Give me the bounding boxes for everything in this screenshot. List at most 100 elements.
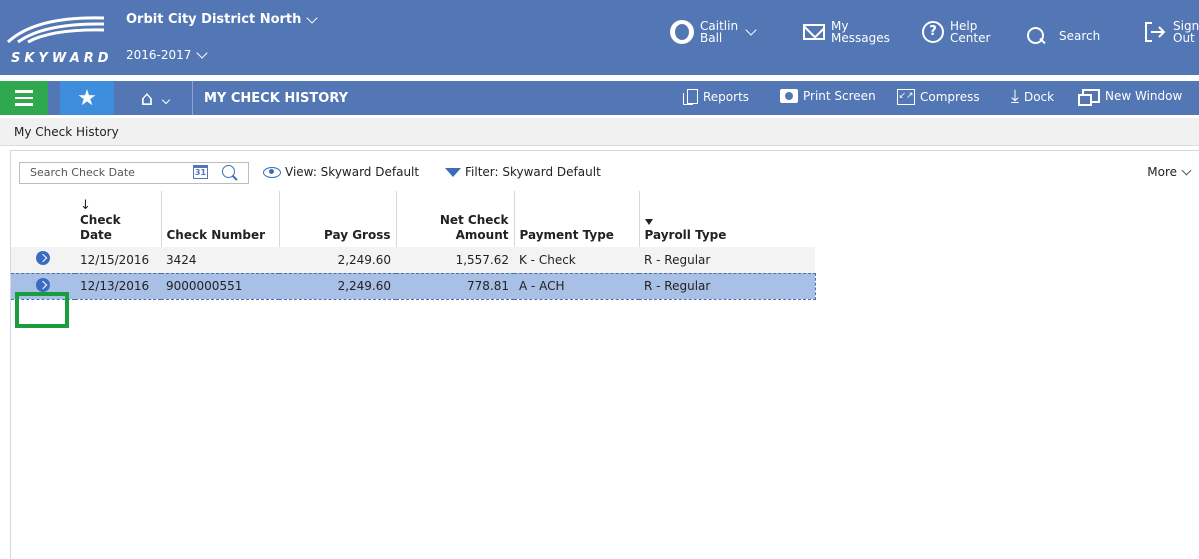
- highlight-annotation: [15, 292, 69, 328]
- print-screen-label: Print Screen: [803, 89, 876, 103]
- home-button[interactable]: ⌂: [118, 81, 192, 115]
- check-history-table: ↓ Check Date Check Number Pay Gross Net …: [11, 191, 816, 300]
- dock-icon: ⤓: [1011, 86, 1019, 107]
- signout-label-2: Out: [1173, 31, 1195, 45]
- eye-icon: [263, 166, 281, 178]
- chevron-down-icon: [196, 47, 209, 59]
- row-action-icon[interactable]: [36, 251, 50, 266]
- filter-icon: [445, 167, 461, 177]
- compress-icon: ↙↗: [897, 89, 915, 105]
- search-icon[interactable]: [222, 165, 238, 181]
- check-number-cell: 9000000551: [161, 272, 279, 300]
- help-center-link[interactable]: ? Help Center: [922, 20, 990, 44]
- hamburger-line: [15, 103, 33, 106]
- filter-icon: [644, 219, 653, 225]
- district-selector[interactable]: Orbit City District North: [126, 11, 319, 27]
- column-header-payment-type[interactable]: Payment Type: [514, 191, 640, 247]
- chevron-down-icon: [162, 95, 171, 105]
- column-label: Check Number: [166, 228, 266, 242]
- net-check-amount-cell: 1,557.62: [396, 247, 514, 273]
- user-last-name: Ball: [700, 31, 723, 45]
- search-check-date-input[interactable]: Search Check Date: [19, 162, 249, 184]
- skyward-swoosh-icon: [6, 16, 105, 44]
- school-year-selector[interactable]: 2016-2017: [126, 47, 209, 62]
- filter-selector[interactable]: Filter: Skyward Default: [445, 165, 601, 179]
- navigation-bar: ★ ⌂ MY CHECK HISTORY Reports Print Scree…: [0, 81, 1199, 115]
- pay-gross-cell: 2,249.60: [279, 272, 396, 300]
- pay-gross-cell: 2,249.60: [279, 247, 396, 273]
- reports-label: Reports: [703, 89, 750, 104]
- camera-icon: [780, 89, 798, 103]
- favorites-button[interactable]: ★: [60, 81, 114, 115]
- filter-label: Filter: Skyward Default: [465, 165, 601, 179]
- messages-label-2: Messages: [831, 31, 890, 45]
- chevron-down-icon: [745, 24, 757, 36]
- hamburger-line: [15, 96, 33, 100]
- row-action-cell[interactable]: [11, 247, 75, 273]
- sign-out-button[interactable]: Sign Out: [1143, 20, 1199, 44]
- search-icon: [1027, 27, 1045, 45]
- chevron-down-icon: [1181, 165, 1192, 175]
- more-menu[interactable]: More: [1147, 165, 1192, 179]
- district-name: Orbit City District North: [126, 12, 302, 27]
- payroll-type-cell: R - Regular: [639, 247, 815, 273]
- check-history-panel: Search Check Date 31 View: Skyward Defau…: [10, 150, 1199, 559]
- column-header-net-check-amount[interactable]: Net Check Amount: [396, 191, 515, 247]
- search-button[interactable]: Search: [1027, 27, 1100, 45]
- dock-label: Dock: [1023, 90, 1055, 104]
- logo-text: SKYWARD: [11, 51, 113, 66]
- view-selector[interactable]: View: Skyward Default: [263, 165, 419, 179]
- more-label: More: [1147, 165, 1177, 179]
- table-header-row: ↓ Check Date Check Number Pay Gross Net …: [11, 191, 815, 247]
- star-icon: ★: [77, 85, 97, 111]
- sign-out-icon: [1145, 22, 1166, 42]
- net-check-amount-cell: 778.81: [396, 272, 514, 300]
- user-menu[interactable]: Caitlin Ball: [670, 20, 757, 45]
- sort-arrow-icon: ↓: [80, 198, 91, 213]
- compress-button[interactable]: ↙↗ Compress: [897, 89, 980, 105]
- top-header: SKYWARD Orbit City District North 2016-2…: [0, 0, 1199, 75]
- payment-type-cell: A - ACH: [514, 272, 639, 300]
- check-number-cell: 3424: [161, 247, 279, 273]
- nav-divider: [192, 81, 193, 115]
- hamburger-line: [15, 90, 33, 93]
- table-row-selected[interactable]: 12/13/2016 9000000551 2,249.60 778.81 A …: [11, 272, 816, 300]
- home-icon: ⌂: [140, 86, 154, 110]
- column-label: Net Check: [439, 213, 509, 227]
- user-avatar-icon: [670, 20, 694, 44]
- reports-icon: [683, 89, 698, 105]
- new-window-label: New Window: [1105, 89, 1183, 103]
- column-header-pay-gross[interactable]: Pay Gross: [279, 191, 397, 247]
- column-label: Payroll Type: [644, 228, 727, 242]
- column-header-check-date[interactable]: ↓ Check Date: [75, 191, 162, 247]
- column-header-payroll-type[interactable]: Payroll Type: [639, 191, 815, 247]
- column-label: Amount: [455, 228, 509, 242]
- table-row[interactable]: 12/15/2016 3424 2,249.60 1,557.62 K - Ch…: [11, 247, 815, 273]
- row-action-icon[interactable]: [36, 277, 50, 292]
- dock-button[interactable]: ⤓ Dock: [1011, 86, 1055, 107]
- column-label: Payment Type: [519, 228, 614, 242]
- column-header-check-number[interactable]: Check Number: [161, 191, 280, 247]
- chevron-down-icon: [306, 11, 319, 24]
- search-label: Search: [1059, 29, 1101, 43]
- new-window-button[interactable]: New Window: [1078, 89, 1183, 106]
- reports-button[interactable]: Reports: [683, 89, 750, 105]
- page-title: MY CHECK HISTORY: [204, 91, 349, 106]
- calendar-icon[interactable]: 31: [193, 165, 208, 179]
- payroll-type-cell: R - Regular: [639, 272, 816, 300]
- column-label: Check Date: [80, 213, 121, 242]
- check-date-cell: 12/13/2016: [75, 272, 161, 300]
- column-label: Pay Gross: [324, 228, 391, 242]
- print-screen-button[interactable]: Print Screen: [780, 89, 876, 103]
- row-icon-column-header: [11, 191, 75, 247]
- check-date-cell: 12/15/2016: [75, 247, 161, 273]
- compress-label: Compress: [920, 90, 980, 104]
- school-year: 2016-2017: [126, 48, 192, 62]
- new-window-icon: [1078, 89, 1100, 106]
- skyward-logo[interactable]: SKYWARD: [6, 14, 116, 70]
- payment-type-cell: K - Check: [514, 247, 639, 273]
- menu-button[interactable]: [0, 81, 48, 115]
- help-label-2: Center: [950, 31, 991, 45]
- help-icon: ?: [922, 21, 944, 43]
- messages-link[interactable]: My Messages: [803, 20, 890, 44]
